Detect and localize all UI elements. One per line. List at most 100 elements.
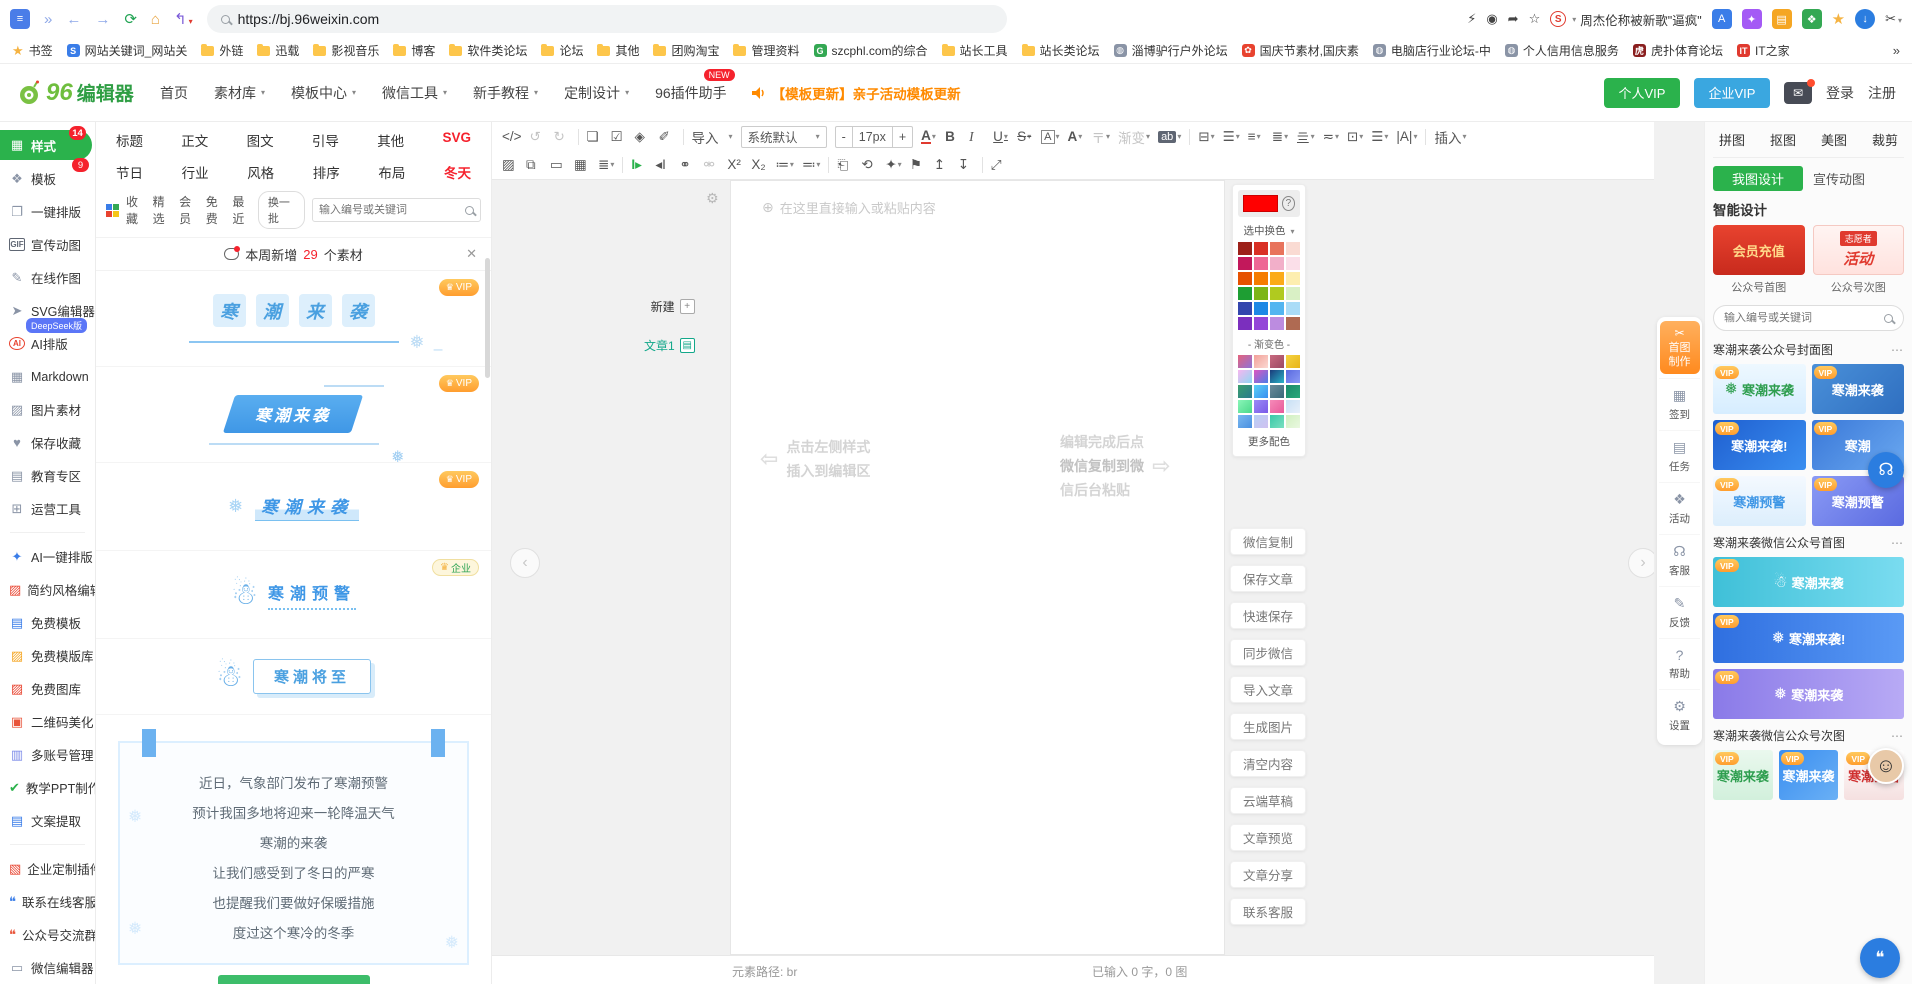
mail-icon[interactable]: ✉ bbox=[1784, 82, 1812, 104]
move-bottom-icon[interactable]: ↧ bbox=[958, 157, 974, 173]
comment-icon[interactable]: ⚑ bbox=[910, 157, 926, 173]
sidebar-item[interactable]: ▨免费模版库 bbox=[0, 639, 95, 672]
action-button[interactable]: 生成图片 bbox=[1230, 713, 1306, 740]
list-style-icon[interactable]: ☰▾ bbox=[1371, 129, 1388, 145]
nav-item[interactable]: 微信工具▾ bbox=[382, 83, 447, 103]
paste-text-icon[interactable]: ⎗ bbox=[837, 157, 853, 173]
more-icon[interactable]: ⋯ bbox=[1891, 343, 1904, 357]
subscript-icon[interactable]: X₂ bbox=[751, 157, 767, 172]
tool-link[interactable]: 美图 bbox=[1821, 130, 1847, 149]
italic-icon[interactable]: I bbox=[969, 129, 985, 145]
template-card[interactable]: ♛VIP ❅寒潮来袭 bbox=[96, 463, 491, 551]
quote-icon[interactable]: ⊡▾ bbox=[1347, 129, 1363, 145]
gradient-swatch[interactable] bbox=[1286, 370, 1300, 383]
purple-extension-icon[interactable]: ✦ bbox=[1742, 9, 1762, 29]
gradient-swatch[interactable] bbox=[1238, 370, 1252, 383]
gradient-swatch[interactable] bbox=[1286, 385, 1300, 398]
filter-item[interactable]: 会员 bbox=[179, 193, 198, 227]
template-card[interactable]: ♛VIP 寒潮来袭 ❅– bbox=[96, 271, 491, 367]
sidebar-item[interactable]: GIF宣传动图 bbox=[0, 228, 95, 261]
color-swatch[interactable] bbox=[1270, 302, 1284, 315]
nav-item[interactable]: 96插件助手NEW bbox=[655, 83, 727, 103]
action-button[interactable]: 快速保存 bbox=[1230, 602, 1306, 629]
chat-float-button[interactable]: ❝ bbox=[1860, 938, 1900, 978]
gradient-swatch[interactable] bbox=[1238, 385, 1252, 398]
panel-tab[interactable]: 风格 bbox=[247, 162, 274, 182]
action-button[interactable]: 清空内容 bbox=[1230, 750, 1306, 777]
unordered-list-icon[interactable]: ≕▾ bbox=[802, 157, 821, 173]
current-color-swatch[interactable] bbox=[1243, 195, 1278, 212]
import-dropdown[interactable]: 导入 bbox=[692, 127, 719, 147]
tool-link[interactable]: 抠图 bbox=[1770, 130, 1796, 149]
design-thumb[interactable]: VIP寒潮来袭 bbox=[1812, 364, 1905, 414]
color-swatch[interactable] bbox=[1238, 257, 1252, 270]
gallery-icon[interactable]: ⧉ bbox=[526, 157, 542, 173]
gradient-dropdown[interactable]: 渐变▾ bbox=[1118, 127, 1150, 147]
share-icon[interactable]: ➦ bbox=[1508, 11, 1519, 27]
action-button[interactable]: 同步微信 bbox=[1230, 639, 1306, 666]
indent-icon[interactable]: ≂▾ bbox=[1323, 129, 1339, 145]
filter-item[interactable]: 最近 bbox=[232, 193, 251, 227]
one-key-beautify-icon[interactable]: ✦▾ bbox=[885, 157, 901, 173]
font-size-control[interactable]: - 17px + bbox=[835, 126, 914, 148]
sidebar-item[interactable]: ♥保存收藏 bbox=[0, 426, 95, 459]
bookmark-item[interactable]: 博客 bbox=[393, 42, 435, 59]
template-card[interactable]: ♛VIP 寒潮来袭 ❅ bbox=[96, 367, 491, 463]
smart-card[interactable]: 会员充值 公众号首图 bbox=[1713, 225, 1805, 295]
sidebar-item[interactable]: AIAI排版DeepSeek版 bbox=[0, 327, 95, 360]
bookmark-item[interactable]: S网站关键词_网站关 bbox=[67, 42, 188, 59]
gamepad-icon[interactable]: ◉ bbox=[1486, 11, 1497, 27]
sidebar-item[interactable]: ▤教育专区 bbox=[0, 459, 95, 492]
refresh-icon[interactable]: ⟳ bbox=[124, 10, 137, 28]
article-tab[interactable]: 文章1▤ bbox=[644, 337, 695, 354]
action-button[interactable]: 文章分享 bbox=[1230, 861, 1306, 888]
puzzle-extension-icon[interactable]: ❖ bbox=[1802, 9, 1822, 29]
template-card[interactable]: ☃寒潮将至 bbox=[96, 639, 491, 715]
gradient-swatch[interactable] bbox=[1254, 400, 1268, 413]
template-search-input[interactable] bbox=[319, 204, 461, 216]
template-card[interactable]: ♛企业 ☃寒潮预警 bbox=[96, 551, 491, 639]
color-swatch[interactable] bbox=[1238, 272, 1252, 285]
design-search[interactable] bbox=[1713, 305, 1904, 331]
sidebar-item[interactable]: ▧企业定制插件 bbox=[0, 852, 95, 885]
bookmark-item[interactable]: ◍淄博驴行户外论坛 bbox=[1114, 42, 1228, 59]
gradient-swatch[interactable] bbox=[1238, 415, 1252, 428]
action-button[interactable]: 保存文章 bbox=[1230, 565, 1306, 592]
flash-icon[interactable]: ⚡ bbox=[1467, 11, 1476, 27]
fullscreen-icon[interactable]: ⤢ bbox=[991, 157, 1007, 173]
filter-item[interactable]: 收藏 bbox=[126, 193, 145, 227]
tool-link[interactable]: 裁剪 bbox=[1872, 130, 1898, 149]
sidebar-item[interactable]: ✔教学PPT制作 bbox=[0, 771, 95, 804]
highlight-icon[interactable]: ab▾ bbox=[1158, 131, 1181, 143]
action-button[interactable]: 云端草稿 bbox=[1230, 787, 1306, 814]
download-extension-icon[interactable]: ↓ bbox=[1855, 9, 1875, 29]
gradient-swatch[interactable] bbox=[1270, 415, 1284, 428]
border-icon[interactable]: ⊟▾ bbox=[1198, 129, 1214, 145]
bookmark-item[interactable]: 影视音乐 bbox=[313, 42, 379, 59]
panel-tab[interactable]: SVG bbox=[442, 130, 471, 150]
letter-style-icon[interactable]: |A|▾ bbox=[1396, 129, 1417, 144]
nav-item[interactable]: 素材库▾ bbox=[214, 83, 265, 103]
letter-spacing-icon[interactable]: 〒▾ bbox=[1092, 127, 1111, 147]
panel-tab[interactable]: 标题 bbox=[116, 130, 143, 150]
font-larger-button[interactable]: + bbox=[893, 127, 912, 147]
sidebar-item[interactable]: ▥多账号管理 bbox=[0, 738, 95, 771]
link-icon[interactable]: ⚭ bbox=[679, 157, 695, 173]
color-swatch[interactable] bbox=[1270, 287, 1284, 300]
browser-extension-icon[interactable]: ≡ bbox=[10, 9, 30, 29]
category-grid-icon[interactable] bbox=[106, 204, 119, 217]
bookmark-item[interactable]: ✿国庆节素材,国庆素 bbox=[1242, 42, 1359, 59]
scissors-extension-icon[interactable]: ✂▾ bbox=[1885, 11, 1902, 27]
restore-icon[interactable]: ↰▾ bbox=[174, 10, 193, 28]
register-link[interactable]: 注册 bbox=[1868, 83, 1896, 103]
gradient-swatch[interactable] bbox=[1254, 385, 1268, 398]
view-all-button[interactable]: 查看全部素材 bbox=[218, 975, 370, 984]
strip-item[interactable]: ▦签到 bbox=[1659, 378, 1700, 430]
translate-extension-icon[interactable]: A bbox=[1712, 9, 1732, 29]
login-link[interactable]: 登录 bbox=[1826, 83, 1854, 103]
back-icon[interactable]: ← bbox=[66, 11, 81, 28]
cursor-ltr-icon[interactable]: I▸ bbox=[631, 157, 647, 173]
recolor-title[interactable]: 选中换色 ▾ bbox=[1238, 223, 1300, 238]
personal-vip-button[interactable]: 个人VIP bbox=[1604, 78, 1680, 108]
sidebar-item[interactable]: ▦Markdown bbox=[0, 360, 95, 393]
